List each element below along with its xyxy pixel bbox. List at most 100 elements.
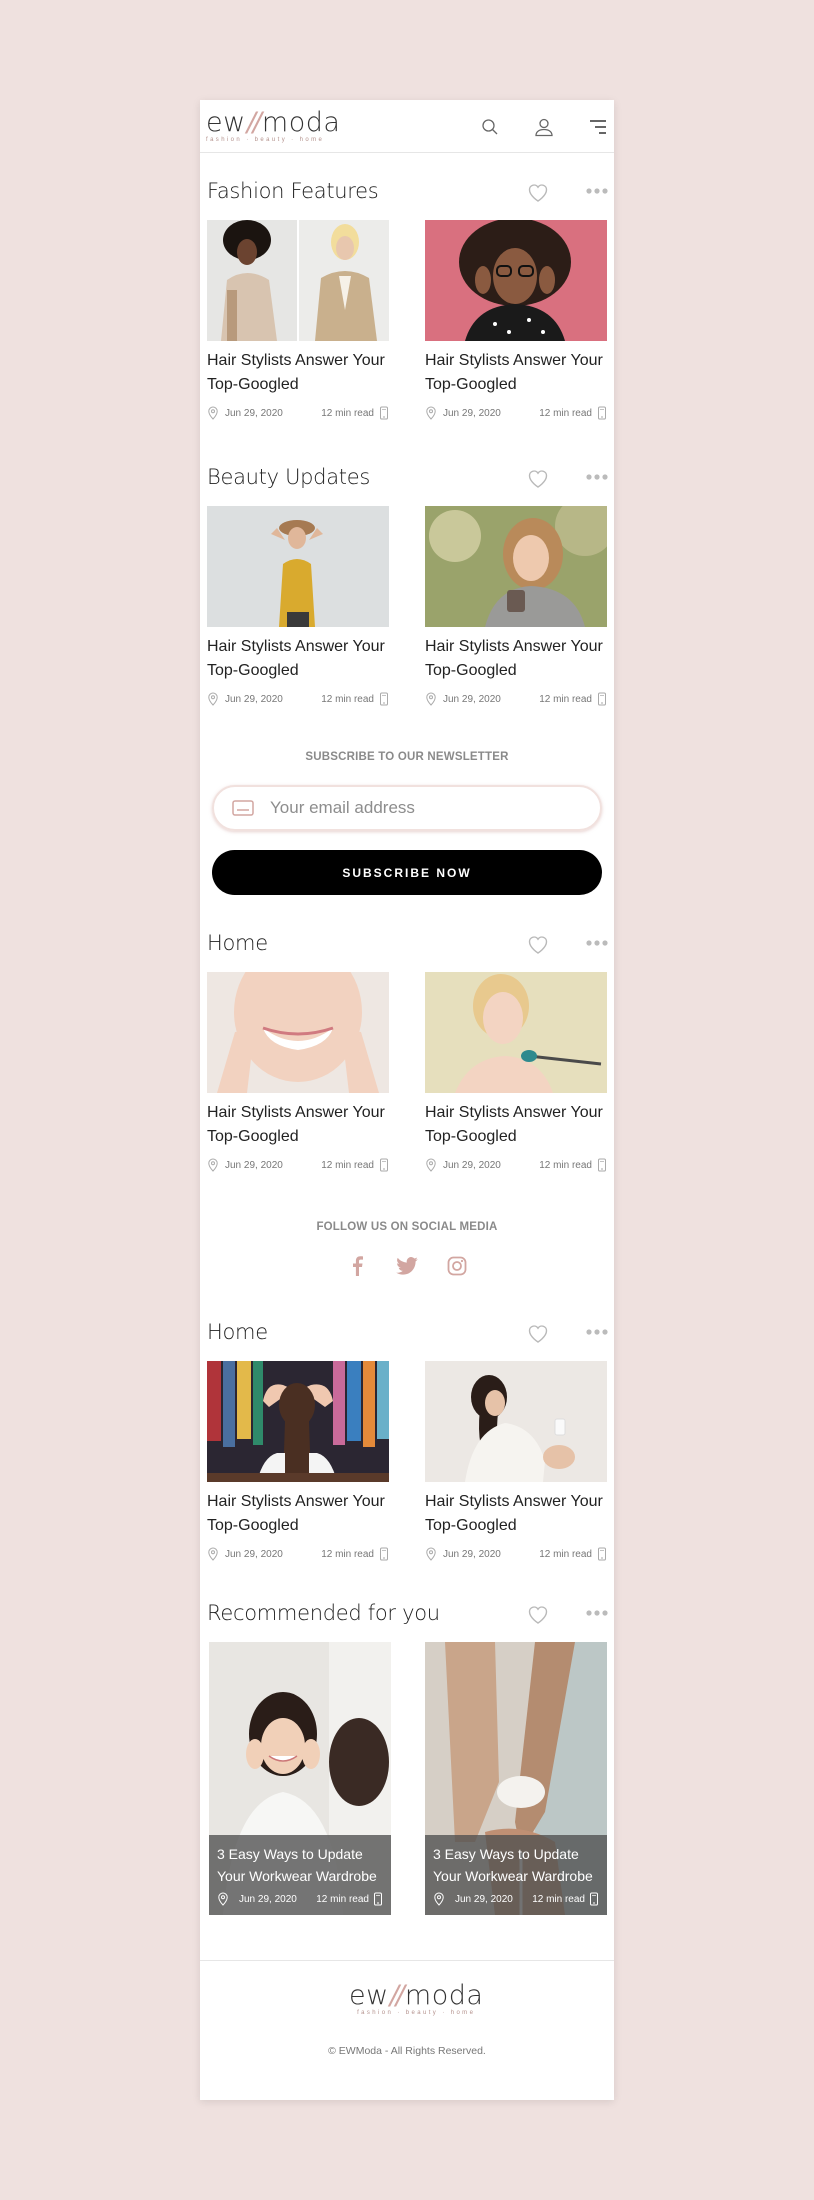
- phone-icon: [597, 406, 607, 420]
- facebook-icon[interactable]: [346, 1255, 368, 1277]
- section-title: Fashion Features: [207, 179, 379, 203]
- site-footer: ew//moda fashion · beauty · home © EWMod…: [200, 1960, 614, 2100]
- footer-logo[interactable]: ew//moda fashion · beauty · home: [349, 1980, 484, 2016]
- article-card[interactable]: Hair Stylists Answer Your Top-Googled Ju…: [207, 1361, 389, 1561]
- more-icon[interactable]: [585, 467, 609, 487]
- phone-icon: [379, 1158, 389, 1172]
- section-recommended: Recommended for you 3 Easy Ways to Updat…: [207, 1593, 609, 1915]
- location-icon: [207, 692, 219, 706]
- article-image[interactable]: [425, 1361, 607, 1482]
- location-icon: [425, 692, 437, 706]
- heart-icon[interactable]: [526, 1322, 550, 1344]
- article-meta: Jun 29, 2020 12 min read: [425, 692, 607, 706]
- section-beauty-updates: Beauty Updates Hair Stylists Answer Your…: [207, 457, 609, 706]
- article-date: Jun 29, 2020: [225, 1159, 283, 1171]
- article-title[interactable]: Hair Stylists Answer Your Top-Googled: [425, 635, 607, 683]
- heart-icon[interactable]: [526, 181, 550, 203]
- recommended-title[interactable]: 3 Easy Ways to Update Your Workwear Ward…: [217, 1843, 383, 1887]
- read-time: 12 min read: [321, 407, 374, 419]
- section-home-2: Home Hair Stylists Answer Your Top-Googl…: [207, 1312, 609, 1561]
- article-card[interactable]: Hair Stylists Answer Your Top-Googled Ju…: [425, 972, 607, 1172]
- article-meta: Jun 29, 2020 12 min read: [425, 406, 607, 420]
- read-time: 12 min read: [321, 693, 374, 705]
- section-fashion-features: Fashion Features Hair Stylists Answer Yo…: [207, 171, 609, 420]
- site-header: ew//moda fashion · beauty · home: [200, 100, 614, 153]
- logo-tagline: fashion · beauty · home: [357, 2010, 476, 2016]
- recommended-title[interactable]: 3 Easy Ways to Update Your Workwear Ward…: [433, 1843, 599, 1887]
- article-title[interactable]: Hair Stylists Answer Your Top-Googled: [207, 349, 389, 397]
- article-title[interactable]: Hair Stylists Answer Your Top-Googled: [207, 1490, 389, 1538]
- article-date: Jun 29, 2020: [443, 407, 501, 419]
- article-image[interactable]: [425, 506, 607, 627]
- email-field[interactable]: [212, 785, 602, 831]
- article-meta: Jun 29, 2020 12 min read: [425, 1547, 607, 1561]
- twitter-icon[interactable]: [396, 1255, 418, 1277]
- article-title[interactable]: Hair Stylists Answer Your Top-Googled: [207, 635, 389, 683]
- social-links: [200, 1255, 614, 1277]
- location-icon: [425, 1547, 437, 1561]
- section-title: Beauty Updates: [207, 465, 370, 489]
- read-time: 12 min read: [539, 407, 592, 419]
- more-icon[interactable]: [585, 1603, 609, 1623]
- article-date: Jun 29, 2020: [455, 1893, 513, 1905]
- more-icon[interactable]: [585, 181, 609, 201]
- article-date: Jun 29, 2020: [443, 693, 501, 705]
- logo-wordmark: ew//moda: [206, 106, 341, 138]
- phone-icon: [379, 692, 389, 706]
- social-heading: FOLLOW US ON SOCIAL MEDIA: [316, 1221, 498, 1233]
- heart-icon[interactable]: [526, 1603, 550, 1625]
- article-image[interactable]: [425, 220, 607, 341]
- section-title: Home: [207, 1320, 268, 1344]
- article-card[interactable]: Hair Stylists Answer Your Top-Googled Ju…: [207, 220, 389, 420]
- more-icon[interactable]: [585, 1322, 609, 1342]
- article-date: Jun 29, 2020: [225, 693, 283, 705]
- subscribe-button[interactable]: SUBSCRIBE NOW: [212, 850, 602, 895]
- article-card[interactable]: Hair Stylists Answer Your Top-Googled Ju…: [207, 972, 389, 1172]
- article-card[interactable]: Hair Stylists Answer Your Top-Googled Ju…: [207, 506, 389, 706]
- location-icon: [207, 1158, 219, 1172]
- recommended-card[interactable]: 3 Easy Ways to Update Your Workwear Ward…: [209, 1642, 391, 1915]
- article-title[interactable]: Hair Stylists Answer Your Top-Googled: [425, 349, 607, 397]
- article-card[interactable]: Hair Stylists Answer Your Top-Googled Ju…: [425, 1361, 607, 1561]
- location-icon: [207, 406, 219, 420]
- search-icon[interactable]: [478, 115, 502, 139]
- article-meta: Jun 29, 2020 12 min read: [433, 1892, 599, 1906]
- brand-logo[interactable]: ew//moda fashion · beauty · home: [206, 106, 341, 143]
- location-icon: [433, 1892, 445, 1906]
- email-input[interactable]: [270, 798, 570, 818]
- article-date: Jun 29, 2020: [443, 1548, 501, 1560]
- phone-icon: [597, 1547, 607, 1561]
- article-date: Jun 29, 2020: [225, 407, 283, 419]
- recommended-card[interactable]: 3 Easy Ways to Update Your Workwear Ward…: [425, 1642, 607, 1915]
- location-icon: [217, 1892, 229, 1906]
- phone-icon: [373, 1892, 383, 1906]
- section-title: Home: [207, 931, 268, 955]
- heart-icon[interactable]: [526, 467, 550, 489]
- article-title[interactable]: Hair Stylists Answer Your Top-Googled: [207, 1101, 389, 1149]
- article-image[interactable]: [207, 220, 389, 341]
- article-title[interactable]: Hair Stylists Answer Your Top-Googled: [425, 1490, 607, 1538]
- article-image[interactable]: [207, 506, 389, 627]
- phone-icon: [597, 1158, 607, 1172]
- article-title[interactable]: Hair Stylists Answer Your Top-Googled: [425, 1101, 607, 1149]
- article-image[interactable]: [207, 972, 389, 1093]
- article-meta: Jun 29, 2020 12 min read: [207, 1158, 389, 1172]
- instagram-icon[interactable]: [446, 1255, 468, 1277]
- article-image[interactable]: [425, 972, 607, 1093]
- logo-tagline: fashion · beauty · home: [206, 136, 325, 143]
- heart-icon[interactable]: [526, 933, 550, 955]
- article-card[interactable]: Hair Stylists Answer Your Top-Googled Ju…: [425, 506, 607, 706]
- logo-wordmark: ew//moda: [349, 1980, 484, 2011]
- article-meta: Jun 29, 2020 12 min read: [207, 1547, 389, 1561]
- article-date: Jun 29, 2020: [225, 1548, 283, 1560]
- menu-icon[interactable]: [586, 115, 610, 139]
- article-date: Jun 29, 2020: [239, 1893, 297, 1905]
- recommended-overlay: 3 Easy Ways to Update Your Workwear Ward…: [425, 1835, 607, 1915]
- more-icon[interactable]: [585, 933, 609, 953]
- read-time: 12 min read: [321, 1159, 374, 1171]
- article-card[interactable]: Hair Stylists Answer Your Top-Googled Ju…: [425, 220, 607, 420]
- article-image[interactable]: [207, 1361, 389, 1482]
- location-icon: [207, 1547, 219, 1561]
- user-icon[interactable]: [532, 115, 556, 139]
- read-time: 12 min read: [321, 1548, 374, 1560]
